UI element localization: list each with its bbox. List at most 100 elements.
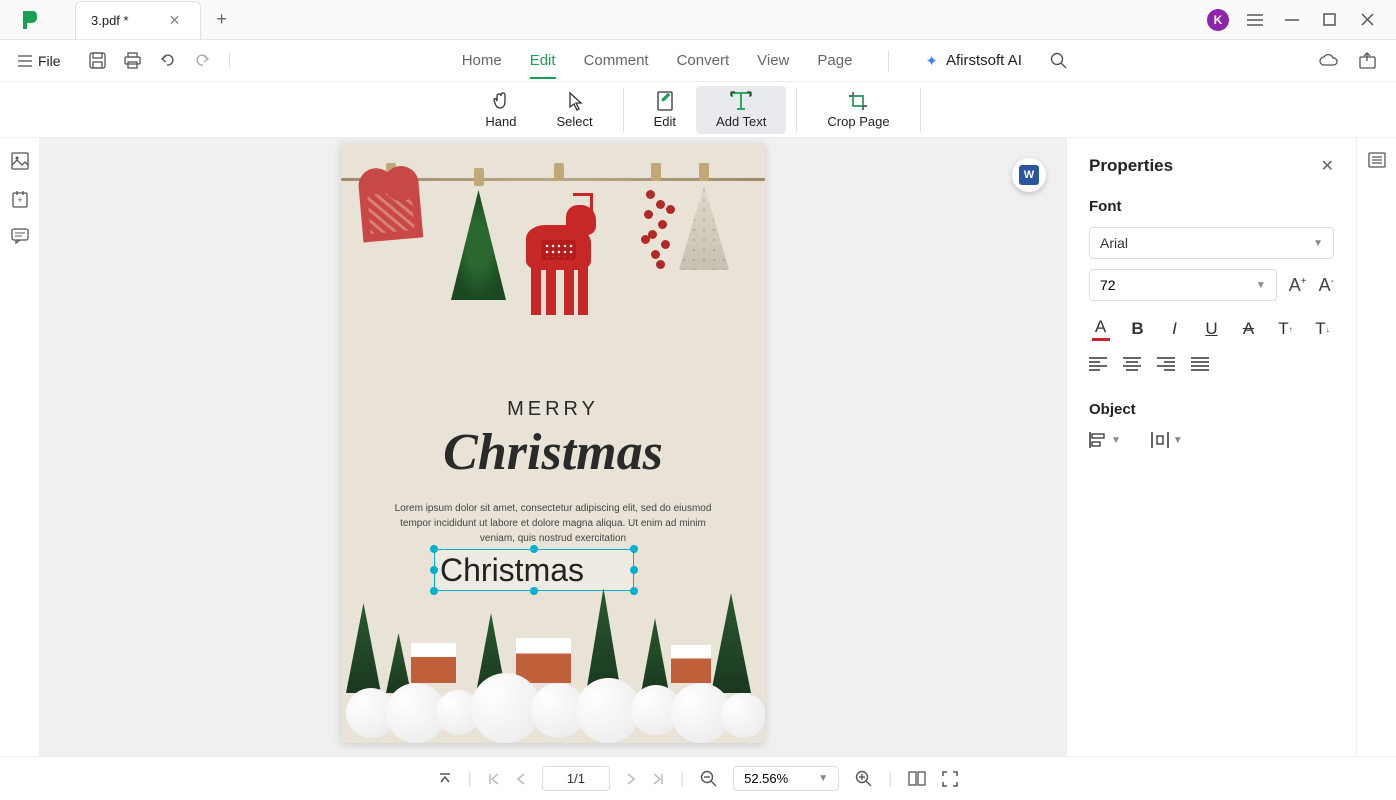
font-size-dropdown[interactable]: 72 ▼	[1089, 269, 1277, 301]
menu-home[interactable]: Home	[462, 44, 502, 77]
cursor-icon	[566, 90, 584, 112]
page-number-input[interactable]: 1/1	[542, 766, 610, 791]
subscript-button[interactable]: T↓	[1311, 317, 1334, 341]
menu-view[interactable]: View	[757, 44, 789, 77]
first-page-icon[interactable]	[488, 773, 500, 785]
left-sidebar: +	[0, 138, 40, 756]
tree-ornament	[679, 163, 729, 270]
separator	[796, 88, 797, 132]
separator	[920, 88, 921, 132]
tab-label: 3.pdf *	[91, 13, 129, 28]
align-center-icon[interactable]	[1123, 357, 1141, 371]
right-sidebar	[1356, 138, 1396, 756]
moose-ornament	[516, 163, 601, 315]
minimize-icon[interactable]	[1285, 13, 1305, 27]
share-icon[interactable]	[1359, 52, 1376, 69]
superscript-button[interactable]: T↑	[1274, 317, 1297, 341]
word-export-badge[interactable]: W	[1012, 158, 1046, 192]
crop-page-tool[interactable]: Crop Page	[807, 86, 909, 134]
file-menu[interactable]: File	[10, 49, 69, 73]
tab-close-icon[interactable]: ✕	[169, 12, 181, 29]
menu-comment[interactable]: Comment	[584, 44, 649, 77]
document-tab[interactable]: 3.pdf * ✕	[75, 1, 201, 39]
lorem-paragraph: Lorem ipsum dolor sit amet, consectetur …	[391, 501, 715, 546]
berry-ornament	[636, 163, 676, 280]
resize-handle[interactable]	[530, 545, 538, 553]
last-page-icon[interactable]	[652, 773, 664, 785]
next-page-icon[interactable]	[626, 773, 636, 785]
properties-panel: Properties ✕ Font Arial ▼ 72 ▼ A+ A- A B…	[1066, 138, 1356, 756]
search-icon[interactable]	[1050, 52, 1067, 69]
add-text-icon	[730, 90, 752, 112]
user-avatar[interactable]: K	[1207, 9, 1229, 31]
comments-icon[interactable]	[11, 228, 29, 244]
main-area: +	[0, 138, 1396, 756]
ai-button[interactable]: ✦ Afirstsoft AI	[925, 44, 1021, 77]
zoom-in-icon[interactable]	[855, 770, 872, 787]
zoom-out-icon[interactable]	[700, 770, 717, 787]
merry-text: MERRY	[341, 398, 765, 421]
undo-icon[interactable]	[159, 52, 176, 69]
properties-title: Properties	[1089, 156, 1173, 176]
fullscreen-icon[interactable]	[942, 771, 958, 787]
decrease-font-icon[interactable]: A-	[1319, 275, 1334, 296]
resize-handle[interactable]	[430, 566, 438, 574]
pdf-page[interactable]: MERRY Christmas Lorem ipsum dolor sit am…	[341, 143, 765, 743]
hand-tool[interactable]: Hand	[465, 86, 536, 134]
redo-icon[interactable]	[194, 52, 211, 69]
resize-handle[interactable]	[430, 545, 438, 553]
resize-handle[interactable]	[630, 545, 638, 553]
save-icon[interactable]	[89, 52, 106, 69]
new-tab-button[interactable]: +	[216, 9, 227, 30]
zoom-dropdown[interactable]: 52.56% ▼	[733, 766, 839, 791]
separator	[888, 50, 889, 72]
strikethrough-button[interactable]: A	[1237, 317, 1260, 341]
align-left-icon[interactable]	[1089, 357, 1107, 371]
increase-font-icon[interactable]: A+	[1289, 275, 1307, 296]
close-icon[interactable]	[1361, 13, 1381, 26]
ground-decor	[341, 583, 765, 743]
crop-icon	[848, 90, 868, 112]
align-objects-button[interactable]: ▼	[1089, 432, 1121, 448]
prev-page-icon[interactable]	[516, 773, 526, 785]
font-color-button[interactable]: A	[1089, 317, 1112, 341]
align-right-icon[interactable]	[1157, 357, 1175, 371]
edit-tool[interactable]: Edit	[634, 86, 696, 134]
bookmarks-icon[interactable]: +	[12, 190, 28, 208]
print-icon[interactable]	[124, 52, 141, 69]
font-family-dropdown[interactable]: Arial ▼	[1089, 227, 1334, 259]
maximize-icon[interactable]	[1323, 13, 1343, 26]
chevron-down-icon: ▼	[818, 773, 828, 784]
menubar: File Home Edit Comment Convert View Page…	[0, 40, 1396, 82]
object-section-label: Object	[1089, 401, 1334, 418]
two-page-view-icon[interactable]	[908, 771, 926, 786]
underline-button[interactable]: U	[1200, 317, 1223, 341]
font-section-label: Font	[1089, 198, 1334, 215]
close-properties-icon[interactable]: ✕	[1321, 156, 1334, 176]
add-text-tool[interactable]: Add Text	[696, 86, 786, 134]
svg-text:+: +	[17, 195, 22, 205]
menu-page[interactable]: Page	[817, 44, 852, 77]
word-icon: W	[1019, 165, 1039, 185]
panel-toggle-icon[interactable]	[1368, 152, 1386, 168]
bold-button[interactable]: B	[1126, 317, 1149, 341]
statusbar: | 1/1 | 52.56% ▼ |	[0, 756, 1396, 800]
christmas-heading: Christmas	[341, 423, 765, 482]
align-justify-icon[interactable]	[1191, 357, 1209, 371]
thumbnails-icon[interactable]	[11, 152, 29, 170]
distribute-objects-button[interactable]: ▼	[1151, 432, 1183, 448]
document-canvas[interactable]: MERRY Christmas Lorem ipsum dolor sit am…	[40, 138, 1066, 756]
menu-edit[interactable]: Edit	[530, 44, 556, 77]
edit-page-icon	[656, 90, 674, 112]
scroll-top-icon[interactable]	[438, 772, 452, 786]
chevron-down-icon: ▼	[1313, 238, 1323, 249]
titlebar: 3.pdf * ✕ + K	[0, 0, 1396, 40]
menu-convert[interactable]: Convert	[677, 44, 730, 77]
pine-ornament	[451, 168, 506, 300]
italic-button[interactable]: I	[1163, 317, 1186, 341]
resize-handle[interactable]	[630, 566, 638, 574]
cloud-icon[interactable]	[1319, 53, 1339, 68]
hamburger-icon[interactable]	[1247, 13, 1267, 27]
edit-toolbar: Hand Select Edit Add Text Crop Page	[0, 82, 1396, 138]
select-tool[interactable]: Select	[537, 86, 613, 134]
